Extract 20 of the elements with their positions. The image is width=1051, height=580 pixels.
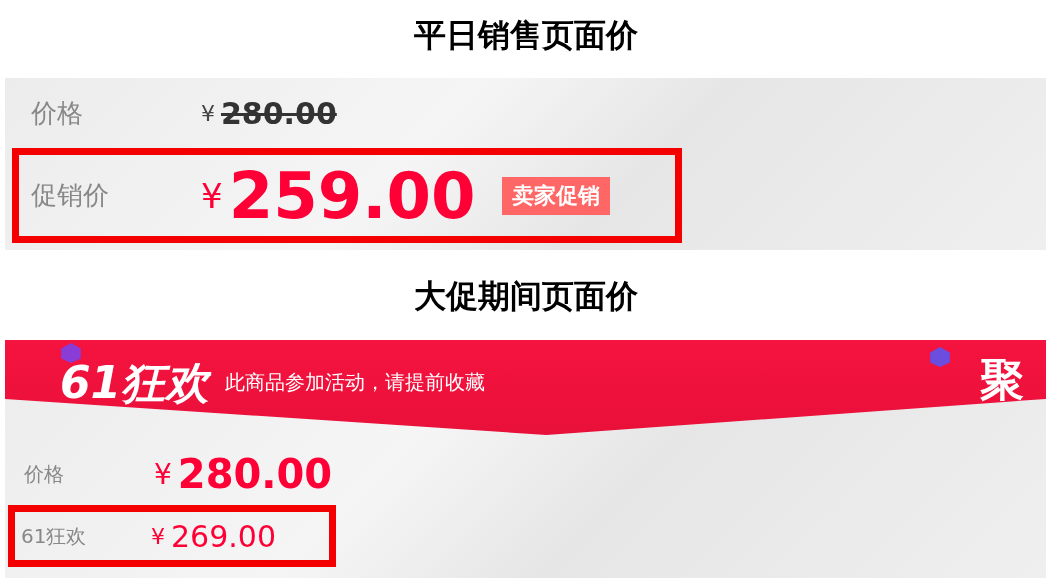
price-label: 价格 <box>30 96 84 130</box>
section-title: 平日销售页面价 <box>412 15 639 56</box>
price-label: 价格 <box>23 460 65 488</box>
currency-sign: ¥ <box>151 523 165 549</box>
price-amount: 280.00 <box>177 451 333 497</box>
banner-slogan: 此商品参加活动，请提前收藏 <box>225 369 486 396</box>
price-amount: 269.00 <box>171 518 276 554</box>
currency-sign: ¥ <box>201 100 215 126</box>
cube-icon <box>929 346 951 368</box>
currency-sign: ¥ <box>154 457 172 491</box>
section-title: 大促期间页面价 <box>412 276 639 317</box>
price-amount: 280.00 <box>221 95 337 131</box>
price-label: 促销价 <box>30 179 110 212</box>
event-logo: 61狂欢 <box>60 356 210 410</box>
currency-sign: ¥ <box>201 175 223 216</box>
cube-icon <box>60 342 82 364</box>
price-label: 61狂欢 <box>20 522 88 550</box>
price-amount: 259.00 <box>228 158 476 233</box>
banner-mark-text: 聚 <box>980 353 1024 407</box>
promo-tag: 卖家促销 <box>501 176 610 215</box>
